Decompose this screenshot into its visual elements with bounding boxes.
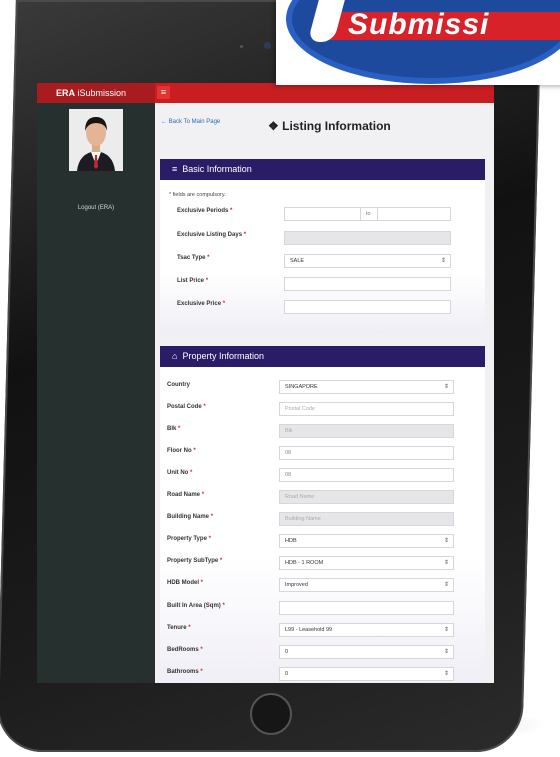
select-caret-icon: ⇕ <box>443 671 449 677</box>
unit-no-field[interactable]: 08 <box>279 468 454 482</box>
blk-label: Blk * <box>167 426 181 432</box>
sidebar: Logout (ERA) <box>37 103 155 683</box>
list-price-field[interactable] <box>284 277 451 291</box>
country-select[interactable]: SINGAPORE ⇕ <box>279 380 454 394</box>
sensor-dot <box>240 45 243 48</box>
select-caret-icon: ⇕ <box>443 582 449 588</box>
isubmission-logo-sticker: Submissi <box>276 0 560 85</box>
road-name-label: Road Name * <box>167 492 205 498</box>
main-content: ← Back To Main Page ❖ Listing Informatio… <box>155 103 494 683</box>
select-caret-icon: ⇕ <box>443 384 449 390</box>
built-in-area-field[interactable] <box>279 601 454 615</box>
bathrooms-select[interactable]: 0 ⇕ <box>279 667 454 681</box>
building-name-label: Building Name * <box>167 514 214 520</box>
home-icon: ⌂ <box>172 351 178 361</box>
select-caret-icon: ⇕ <box>443 627 449 633</box>
select-caret-icon: ⇕ <box>440 258 446 264</box>
logo-wordmark: Submissi <box>348 8 490 41</box>
brand-logo[interactable]: ERA iSubmission <box>37 83 155 103</box>
unit-no-label: Unit No * <box>167 470 193 476</box>
hamburger-icon[interactable]: ≡ <box>157 86 170 99</box>
floor-no-field[interactable]: 08 <box>279 446 454 460</box>
bedrooms-select[interactable]: 0 ⇕ <box>279 645 454 659</box>
listing-days-field <box>284 231 451 245</box>
exclusive-price-field[interactable] <box>284 300 451 314</box>
top-bar: ERA iSubmission ≡ <box>37 83 494 103</box>
avatar <box>69 109 123 171</box>
basic-info-header: ≡ Basic Information <box>160 159 485 180</box>
basic-info-panel: * fields are compulsory. Exclusive Perio… <box>160 180 485 335</box>
property-info-header: ⌂ Property Information <box>160 346 485 367</box>
tenure-label: Tenure * <box>167 625 191 631</box>
list-icon: ≡ <box>172 164 178 174</box>
txn-type-label: Tsac Type * <box>177 255 210 261</box>
logout-link[interactable]: Logout (ERA) <box>37 205 155 211</box>
building-name-field: Building Name <box>279 512 454 526</box>
property-subtype-select[interactable]: HDB - 1 ROOM ⇕ <box>279 556 454 570</box>
built-in-area-label: Built In Area (Sqm) * <box>167 603 225 609</box>
camera-icon <box>264 42 271 49</box>
property-subtype-label: Property SubType * <box>167 558 223 564</box>
home-button[interactable] <box>250 693 292 735</box>
period-to-label: to <box>361 207 377 221</box>
exclusive-price-label: Exclusive Price * <box>177 301 226 307</box>
app-screen: ERA iSubmission ≡ Logout (ERA) ← Back To… <box>37 83 494 683</box>
property-type-label: Property Type * <box>167 536 211 542</box>
bathrooms-label: Bathrooms * <box>167 669 203 675</box>
road-name-field: Road Name <box>279 490 454 504</box>
page-title: ❖ Listing Information <box>268 119 391 133</box>
hdb-model-select[interactable]: Improved ⇕ <box>279 578 454 592</box>
txn-type-select[interactable]: SALE ⇕ <box>284 254 451 268</box>
select-caret-icon: ⇕ <box>443 649 449 655</box>
blk-field: Blk <box>279 424 454 438</box>
required-note: * fields are compulsory. <box>169 192 226 198</box>
list-price-label: List Price * <box>177 278 209 284</box>
hdb-model-label: HDB Model * <box>167 580 204 586</box>
exclusive-periods-label: Exclusive Periods * <box>177 208 233 214</box>
postal-code-field[interactable]: Postal Code <box>279 402 454 416</box>
postal-code-label: Postal Code * <box>167 404 206 410</box>
listing-days-label: Exclusive Listing Days * <box>177 232 247 238</box>
exclusive-period-start-field[interactable] <box>284 207 361 221</box>
bedrooms-label: BedRooms * <box>167 647 203 653</box>
floor-no-label: Floor No * <box>167 448 196 454</box>
select-caret-icon: ⇕ <box>443 538 449 544</box>
info-icon: ❖ <box>268 119 279 133</box>
exclusive-period-end-field[interactable] <box>377 207 451 221</box>
country-label: Country <box>167 382 190 388</box>
select-caret-icon: ⇕ <box>443 560 449 566</box>
tenure-select[interactable]: L99 - Leasehold 99 ⇕ <box>279 623 454 637</box>
property-info-panel: Country SINGAPORE ⇕ Postal Code * Postal … <box>160 367 485 683</box>
property-type-select[interactable]: HDB ⇕ <box>279 534 454 548</box>
back-link[interactable]: ← Back To Main Page <box>161 119 220 125</box>
